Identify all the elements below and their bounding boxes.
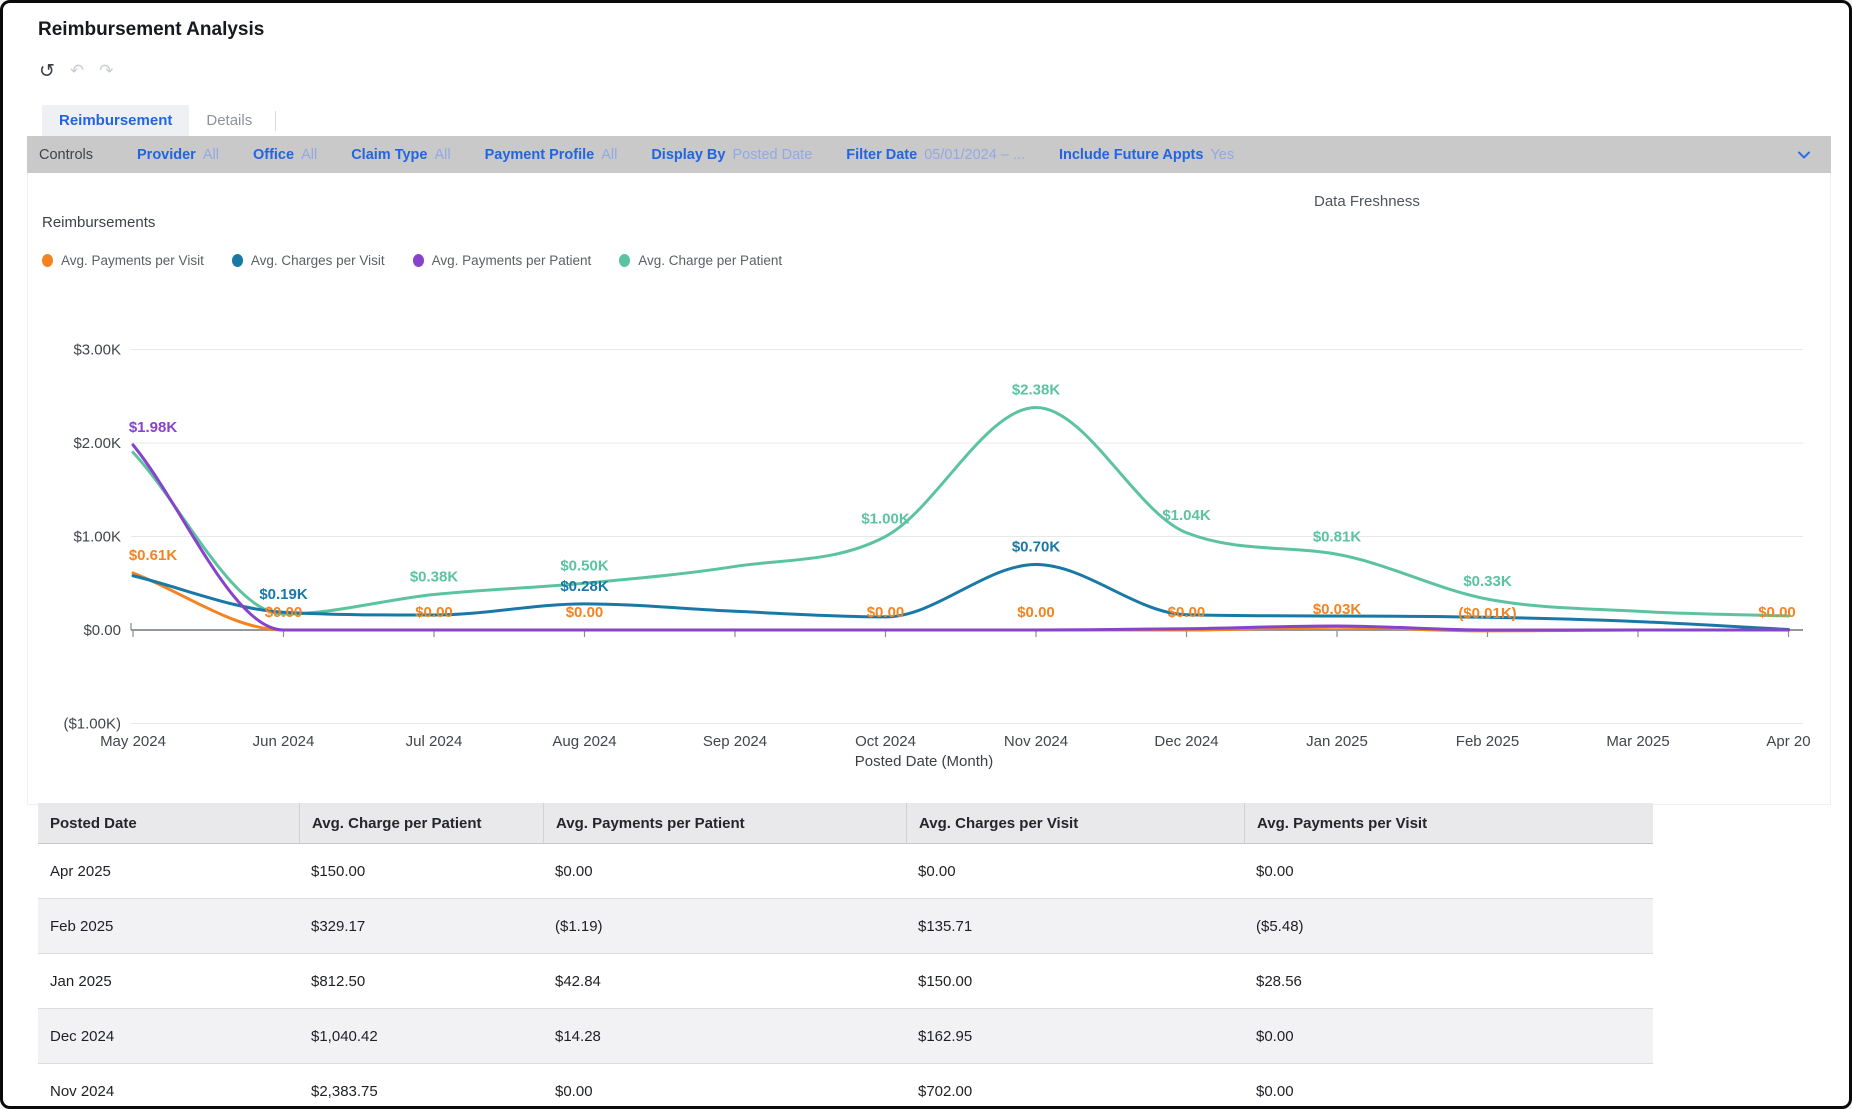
legend-item-avg-payments-per-patient[interactable]: Avg. Payments per Patient	[412, 253, 592, 268]
filter-payment-profile[interactable]: Payment Profile All	[485, 147, 618, 163]
filter-name: Provider	[137, 146, 196, 163]
cell-value: $812.50	[311, 972, 366, 990]
cell-value: $0.00	[1256, 1027, 1294, 1045]
controls-filters: Provider All Office All Claim Type All Payment…	[137, 147, 1268, 163]
filter-filter-date[interactable]: Filter Date 05/01/2024 – ...	[846, 147, 1025, 163]
table-row: Nov 2024 $2,383.75 $0.00 $702.00 $0.00	[38, 1064, 1653, 1106]
cell-value: $0.00	[555, 862, 593, 880]
filter-include-future-appts[interactable]: Include Future Appts Yes	[1059, 147, 1234, 163]
cell-value: $2,383.75	[311, 1082, 378, 1100]
cell-value: $14.28	[555, 1027, 601, 1045]
cell-posted-date: Nov 2024	[50, 1082, 115, 1100]
filter-value: All	[434, 146, 451, 163]
reimbursement-analysis-window: Reimbursement Analysis ↺ ↶ ↷ Reimburseme…	[0, 0, 1852, 1109]
data-freshness-label: Data Freshness	[1314, 193, 1420, 210]
column-header-avg-charge-per-patient: Avg. Charge per Patient	[299, 803, 543, 843]
filter-value: 05/01/2024 – ...	[924, 146, 1025, 163]
table-body: Apr 2025 $150.00 $0.00 $0.00 $0.00 Feb 2025 $3…	[38, 844, 1653, 1106]
table-row: Apr 2025 $150.00 $0.00 $0.00 $0.00	[38, 844, 1653, 899]
filter-name: Display By	[651, 146, 726, 163]
cell-posted-date: Feb 2025	[50, 917, 114, 935]
cell-value: $135.71	[918, 917, 973, 935]
tab-reimbursement[interactable]: Reimbursement	[42, 105, 190, 136]
cell-posted-date: Jan 2025	[50, 972, 112, 990]
filter-name: Filter Date	[846, 146, 918, 163]
reimbursement-table: Posted Date Avg. Charge per Patient Avg. P…	[38, 803, 1653, 1106]
table-header-row: Posted Date Avg. Charge per Patient Avg. P…	[38, 803, 1653, 844]
legend-label: Avg. Charges per Visit	[250, 253, 385, 268]
filter-value: Yes	[1210, 146, 1235, 163]
filter-office[interactable]: Office All	[253, 147, 317, 163]
column-header-posted-date: Posted Date	[50, 814, 137, 832]
column-header-avg-payments-per-visit: Avg. Payments per Visit	[1244, 803, 1653, 843]
cell-value: $0.00	[918, 862, 956, 880]
legend-label: Avg. Payments per Patient	[431, 253, 592, 268]
filter-name: Office	[252, 146, 295, 163]
filter-name: Payment Profile	[484, 146, 595, 163]
cell-value: $150.00	[311, 862, 366, 880]
table-row: Feb 2025 $329.17 ($1.19) $135.71 ($5.48)	[38, 899, 1653, 954]
filter-value: All	[301, 146, 318, 163]
cell-value: $0.00	[1256, 862, 1294, 880]
legend-dot-icon	[619, 254, 631, 267]
legend-item-avg-payments-per-visit[interactable]: Avg. Payments per Visit	[42, 253, 204, 268]
table-row: Dec 2024 $1,040.42 $14.28 $162.95 $0.00	[38, 1009, 1653, 1064]
toolbar: ↺ ↶ ↷	[39, 61, 113, 81]
cell-value: $150.00	[918, 972, 973, 990]
legend-label: Avg. Payments per Visit	[61, 253, 204, 268]
filter-value: All	[202, 146, 219, 163]
controls-label: Controls	[39, 146, 93, 163]
legend-dot-icon	[231, 254, 243, 267]
chart-title: Reimbursements	[42, 214, 156, 231]
column-header-avg-payments-per-patient: Avg. Payments per Patient	[543, 803, 906, 843]
cell-value: $0.00	[555, 1082, 593, 1100]
legend-item-avg-charge-per-patient[interactable]: Avg. Charge per Patient	[619, 253, 782, 268]
cell-value: ($1.19)	[555, 917, 603, 935]
table-row: Jan 2025 $812.50 $42.84 $150.00 $28.56	[38, 954, 1653, 1009]
cell-value: $1,040.42	[311, 1027, 378, 1045]
cell-posted-date: Dec 2024	[50, 1027, 115, 1045]
tab-divider	[275, 110, 277, 131]
tabs: Reimbursement Details	[42, 105, 277, 136]
cell-value: ($5.48)	[1256, 917, 1304, 935]
redo-icon[interactable]: ↷	[99, 61, 113, 81]
filter-name: Claim Type	[351, 146, 428, 163]
page-title: Reimbursement Analysis	[38, 19, 265, 40]
cell-value: $329.17	[311, 917, 366, 935]
cell-value: $28.56	[1256, 972, 1302, 990]
cell-value: $702.00	[918, 1082, 973, 1100]
column-header-avg-charges-per-visit: Avg. Charges per Visit	[906, 803, 1244, 843]
legend-dot-icon	[42, 254, 53, 267]
filter-name: Include Future Appts	[1058, 146, 1204, 163]
cell-value: $162.95	[918, 1027, 973, 1045]
cell-value: $42.84	[555, 972, 601, 990]
controls-bar: Controls Provider All Office All Claim Type A…	[27, 136, 1831, 173]
filter-display-by[interactable]: Display By Posted Date	[651, 147, 812, 163]
legend-item-avg-charges-per-visit[interactable]: Avg. Charges per Visit	[231, 253, 385, 268]
filter-claim-type[interactable]: Claim Type All	[351, 147, 450, 163]
tab-details[interactable]: Details	[189, 105, 269, 136]
legend-label: Avg. Charge per Patient	[638, 253, 783, 268]
reset-filters-icon[interactable]: ↺	[39, 61, 55, 81]
filter-value: All	[601, 146, 618, 163]
filter-provider[interactable]: Provider All	[137, 147, 219, 163]
chart-legend: Avg. Payments per Visit Avg. Charges per …	[42, 253, 782, 268]
undo-icon[interactable]: ↶	[70, 61, 84, 81]
filter-value: Posted Date	[732, 146, 813, 163]
legend-dot-icon	[412, 254, 424, 267]
cell-value: $0.00	[1256, 1082, 1294, 1100]
cell-posted-date: Apr 2025	[50, 862, 111, 880]
chevron-down-icon[interactable]	[1795, 146, 1813, 168]
